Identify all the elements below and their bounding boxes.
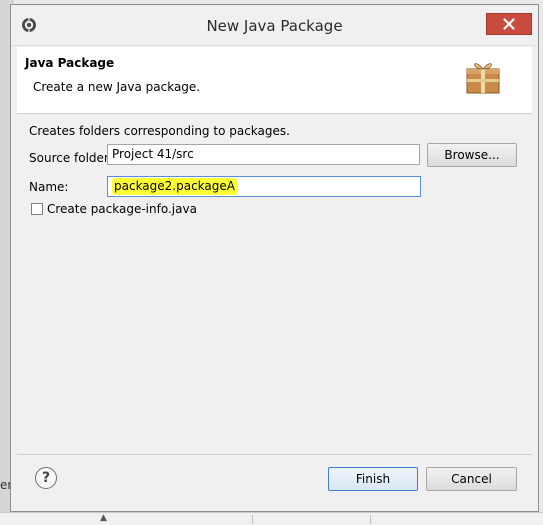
finish-button[interactable]: Finish	[328, 467, 418, 491]
source-folder-label: Source folder:	[29, 151, 113, 165]
create-package-info-label[interactable]: Create package-info.java	[47, 202, 197, 216]
close-button[interactable]	[486, 13, 532, 35]
package-name-input[interactable]: package2.packageA	[107, 176, 421, 197]
source-folder-input[interactable]: Project 41/src	[107, 144, 420, 165]
banner-title: Java Package	[25, 56, 115, 70]
status-separator	[252, 515, 253, 524]
new-java-package-dialog: New Java Package Java Package Create a n…	[10, 4, 539, 512]
form-description: Creates folders corresponding to package…	[29, 124, 290, 138]
help-button[interactable]: ?	[35, 467, 57, 489]
caret-up-icon: ▲	[100, 513, 107, 523]
package-icon	[466, 63, 500, 94]
status-separator	[370, 515, 371, 524]
browse-button[interactable]: Browse...	[427, 143, 517, 167]
create-package-info-checkbox[interactable]	[31, 203, 43, 215]
wizard-content: Creates folders corresponding to package…	[17, 114, 532, 454]
wizard-header-banner: Java Package Create a new Java package.	[17, 47, 532, 114]
close-icon	[503, 18, 515, 30]
footer-divider	[17, 454, 532, 455]
background-status-strip: ▲	[0, 512, 543, 525]
banner-description: Create a new Java package.	[33, 80, 201, 94]
window-title: New Java Package	[206, 17, 343, 35]
package-name-value: package2.packageA	[112, 178, 237, 195]
name-label: Name:	[29, 180, 69, 194]
cancel-button[interactable]: Cancel	[426, 467, 517, 491]
title-bar[interactable]: New Java Package	[11, 5, 538, 46]
